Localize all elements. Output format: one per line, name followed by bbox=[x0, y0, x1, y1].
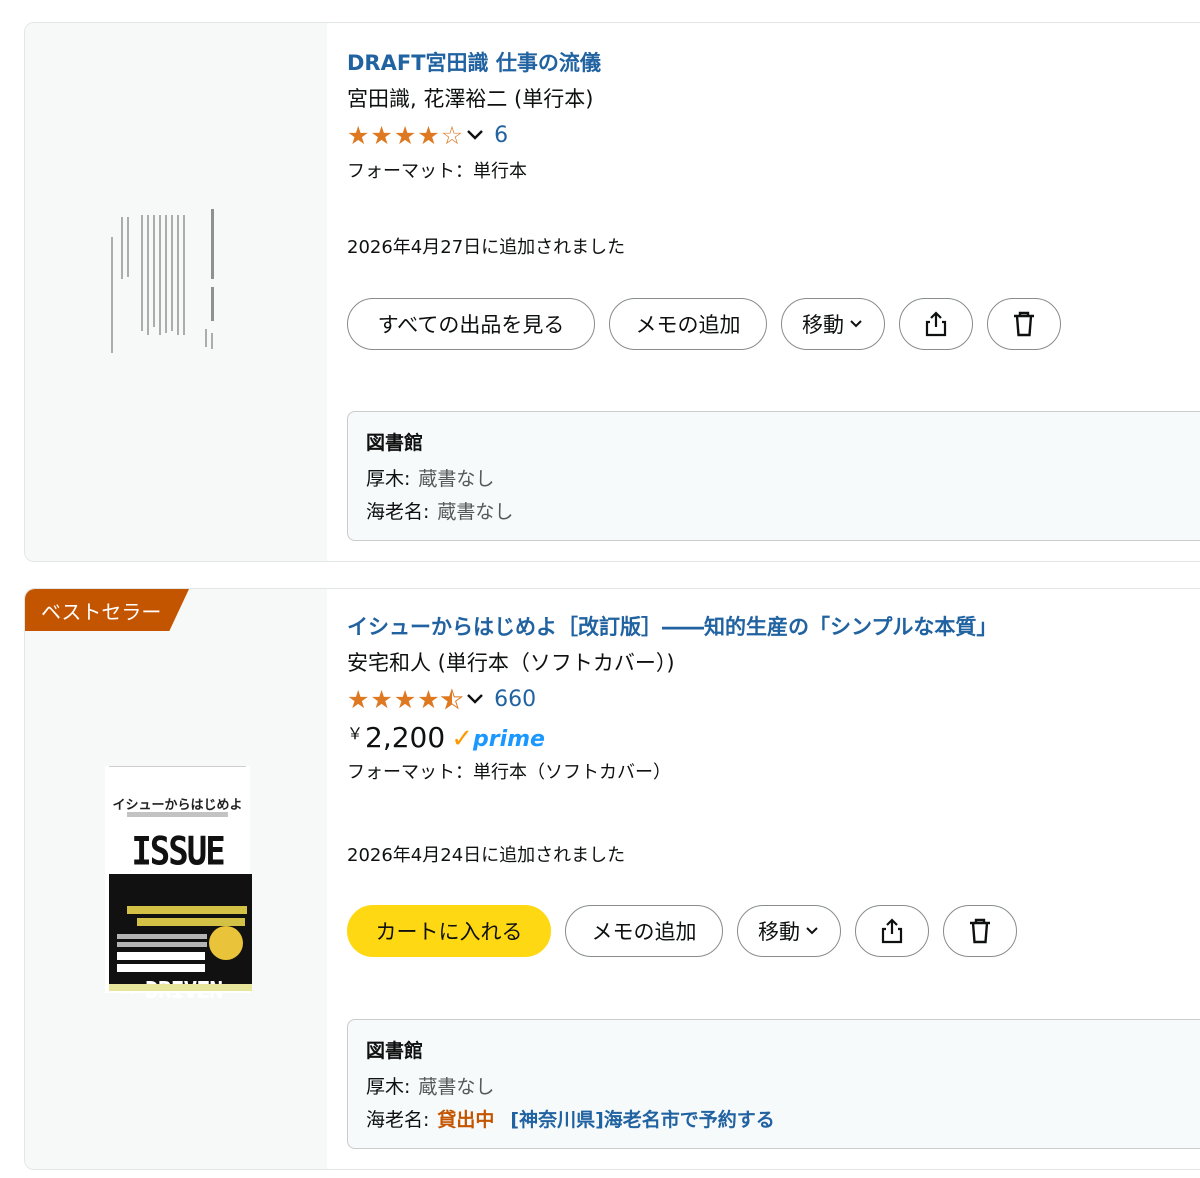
product-thumbnail-area: イシューからはじめよ ISSUE 安宅和人 DRIVEN bbox=[25, 589, 327, 1169]
chevron-down-icon[interactable] bbox=[465, 689, 485, 709]
bestseller-badge: ベストセラー bbox=[25, 589, 189, 631]
share-icon bbox=[925, 311, 947, 337]
product-title-link[interactable]: イシューからはじめよ［改訂版］――知的生産の「シンプルな本質」 bbox=[347, 611, 997, 641]
chevron-down-icon bbox=[806, 927, 818, 935]
star-full-icon: ★ bbox=[347, 684, 370, 714]
add-memo-button[interactable]: メモの追加 bbox=[609, 298, 767, 350]
price-row: ￥ 2,200 ✓ prime bbox=[347, 721, 997, 754]
library-title: 図書館 bbox=[366, 1040, 424, 1062]
star-full-icon: ★ bbox=[370, 684, 393, 714]
star-rating[interactable]: ★ ★ ★ ★ ★ bbox=[347, 684, 464, 714]
product-author: 宮田識, 花澤裕二 (単行本) bbox=[347, 87, 594, 111]
library-status-on-loan: 貸出中 bbox=[437, 1109, 495, 1131]
move-label: 移動 bbox=[802, 313, 844, 337]
star-full-icon: ★ bbox=[347, 120, 370, 150]
item-details: イシューからはじめよ［改訂版］――知的生産の「シンプルな本質」 安宅和人 (単行… bbox=[347, 611, 997, 784]
cover-title: イシューからはじめよ bbox=[112, 798, 243, 813]
library-title: 図書館 bbox=[366, 432, 424, 454]
star-empty-icon: ☆ bbox=[440, 120, 464, 150]
wishlist-item: イシューからはじめよ ISSUE 安宅和人 DRIVEN ベストセラー イシュー… bbox=[24, 588, 1200, 1170]
prime-label: prime bbox=[472, 726, 545, 752]
action-buttons: カートに入れる メモの追加 移動 bbox=[347, 905, 1017, 957]
product-format: フォーマット：単行本（ソフトカバー） bbox=[347, 762, 671, 783]
star-full-icon: ★ bbox=[417, 120, 440, 150]
star-full-icon: ★ bbox=[417, 684, 440, 714]
product-format: フォーマット：単行本 bbox=[347, 161, 527, 182]
see-all-offers-button[interactable]: すべての出品を見る bbox=[347, 298, 595, 350]
add-to-cart-button[interactable]: カートに入れる bbox=[347, 905, 551, 957]
rating-count-link[interactable]: 6 bbox=[494, 123, 508, 148]
cover-badge bbox=[209, 926, 243, 960]
library-name: 海老名: bbox=[366, 1109, 430, 1131]
library-status: 蔵書なし bbox=[418, 468, 495, 490]
star-full-icon: ★ bbox=[370, 120, 393, 150]
date-added: 2026年4月27日に追加されました bbox=[347, 237, 626, 258]
date-added: 2026年4月24日に追加されました bbox=[347, 845, 626, 866]
product-title-link[interactable]: DRAFT宮田識 仕事の流儀 bbox=[347, 47, 601, 77]
star-full-icon: ★ bbox=[393, 120, 417, 150]
reserve-link[interactable]: [神奈川県]海老名市で予約する bbox=[510, 1109, 774, 1131]
share-button[interactable] bbox=[899, 298, 973, 350]
trash-icon bbox=[970, 918, 990, 944]
library-row: 厚木: 蔵書なし bbox=[366, 1072, 1200, 1099]
cover-word-driven: DRIVEN bbox=[145, 978, 223, 1004]
share-icon bbox=[881, 918, 903, 944]
move-dropdown-button[interactable]: 移動 bbox=[737, 905, 841, 957]
price-symbol: ￥ bbox=[347, 724, 364, 743]
product-thumbnail-area bbox=[25, 23, 327, 561]
library-panel: 図書館 厚木: 蔵書なし 海老名: 蔵書なし bbox=[347, 411, 1200, 541]
library-row: 海老名: 蔵書なし bbox=[366, 497, 1200, 524]
star-half-icon: ★ bbox=[440, 684, 464, 714]
library-name: 厚木: bbox=[366, 468, 411, 490]
rating-row: ★ ★ ★ ★ ☆ 6 bbox=[347, 121, 601, 149]
move-dropdown-button[interactable]: 移動 bbox=[781, 298, 885, 350]
book-cover-image[interactable]: イシューからはじめよ ISSUE 安宅和人 DRIVEN bbox=[105, 766, 252, 1004]
star-full-icon: ★ bbox=[393, 684, 417, 714]
library-status: 蔵書なし bbox=[437, 501, 514, 523]
library-status: 蔵書なし bbox=[418, 1076, 495, 1098]
wishlist-item: DRAFT宮田識 仕事の流儀 宮田識, 花澤裕二 (単行本) ★ ★ ★ ★ ☆… bbox=[24, 22, 1200, 562]
book-cover-image[interactable] bbox=[111, 209, 223, 355]
add-memo-button[interactable]: メモの追加 bbox=[565, 905, 723, 957]
rating-row: ★ ★ ★ ★ ★ 660 bbox=[347, 685, 997, 713]
cover-word-issue: ISSUE bbox=[131, 829, 225, 875]
chevron-down-icon[interactable] bbox=[465, 125, 485, 145]
prime-check-icon: ✓ bbox=[451, 724, 473, 754]
price: 2,200 bbox=[365, 721, 446, 754]
product-author: 安宅和人 (単行本（ソフトカバー）) bbox=[347, 651, 675, 675]
item-details: DRAFT宮田識 仕事の流儀 宮田識, 花澤裕二 (単行本) ★ ★ ★ ★ ☆… bbox=[347, 47, 601, 183]
share-button[interactable] bbox=[855, 905, 929, 957]
trash-icon bbox=[1014, 311, 1034, 337]
library-row: 海老名: 貸出中 [神奈川県]海老名市で予約する bbox=[366, 1105, 1200, 1132]
rating-count-link[interactable]: 660 bbox=[494, 687, 536, 712]
library-panel: 図書館 厚木: 蔵書なし 海老名: 貸出中 [神奈川県]海老名市で予約する bbox=[347, 1019, 1200, 1149]
prime-badge: ✓ prime bbox=[451, 726, 545, 752]
star-rating[interactable]: ★ ★ ★ ★ ☆ bbox=[347, 123, 463, 148]
library-row: 厚木: 蔵書なし bbox=[366, 464, 1200, 491]
delete-button[interactable] bbox=[987, 298, 1061, 350]
action-buttons: すべての出品を見る メモの追加 移動 bbox=[347, 298, 1061, 350]
library-name: 厚木: bbox=[366, 1076, 411, 1098]
delete-button[interactable] bbox=[943, 905, 1017, 957]
chevron-down-icon bbox=[850, 320, 862, 328]
library-name: 海老名: bbox=[366, 501, 430, 523]
move-label: 移動 bbox=[758, 920, 800, 944]
